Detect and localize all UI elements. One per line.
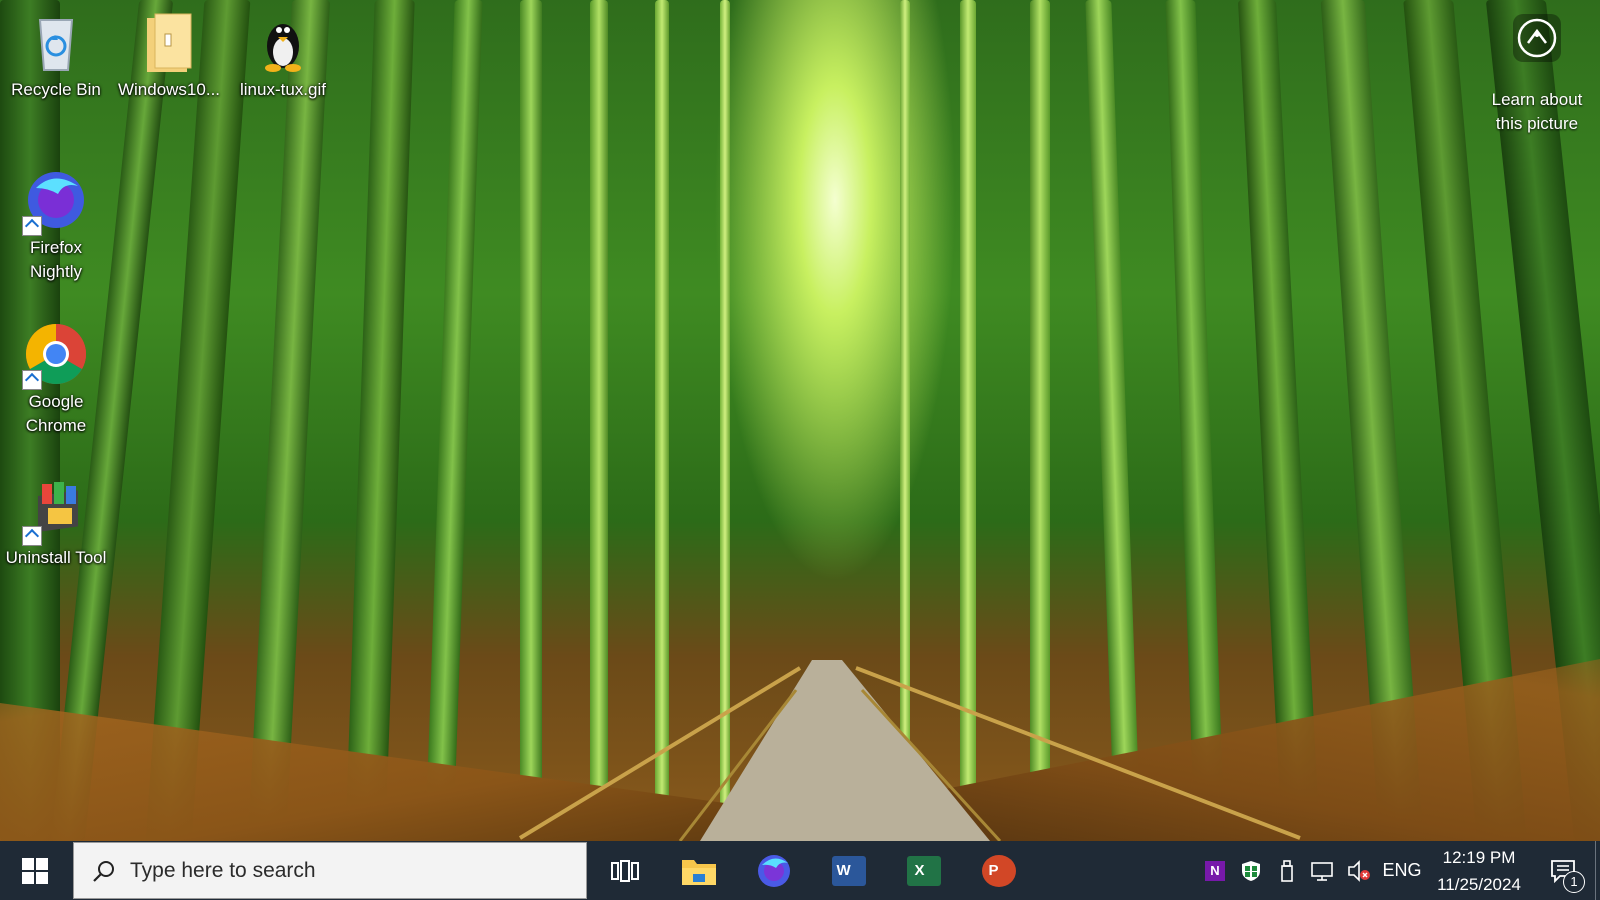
taskbar-firefox[interactable]: [736, 841, 811, 900]
desktop-icon-google-chrome[interactable]: Google Chrome: [1, 322, 111, 438]
tray-clock[interactable]: 12:19 PM 11/25/2024: [1427, 844, 1531, 898]
desktop-icon-windows10-folder[interactable]: Windows10...: [114, 10, 224, 102]
folder-icon: [137, 10, 201, 74]
desktop-wallpaper: Recycle Bin Windows10... linux-tux.gif F…: [0, 0, 1600, 841]
desktop-icon-label: Uninstall Tool: [5, 548, 107, 567]
task-view-icon: [611, 859, 639, 882]
desktop-icon-label: Recycle Bin: [11, 80, 101, 99]
desktop-icon-label: Firefox Nightly: [30, 238, 82, 281]
learn-about-line1: Learn about: [1491, 90, 1583, 109]
desktop-icon-linux-tux[interactable]: linux-tux.gif: [228, 10, 338, 102]
network-icon: [1311, 861, 1333, 881]
powerpoint-letter: P: [988, 861, 999, 879]
notification-count-badge: 1: [1563, 871, 1585, 893]
desktop-icon-firefox-nightly[interactable]: Firefox Nightly: [1, 168, 111, 284]
desktop-icon-uninstall-tool[interactable]: Uninstall Tool: [1, 478, 111, 570]
windows-security-icon: [1242, 860, 1260, 881]
taskbar-search-box[interactable]: Type here to search: [73, 842, 587, 899]
excel-letter: X: [914, 861, 925, 879]
usb-device-icon: [1281, 859, 1293, 882]
start-button[interactable]: [0, 841, 70, 900]
tray-network[interactable]: [1305, 841, 1341, 900]
volume-muted-icon: [1348, 859, 1370, 882]
task-view-button[interactable]: [589, 841, 661, 900]
system-tray: N ENG 12:19 PM 11/25/2024 1: [1197, 841, 1600, 900]
desktop-icon-recycle-bin[interactable]: Recycle Bin: [1, 10, 111, 102]
camera-icon: [1513, 14, 1561, 62]
excel-icon: X: [906, 855, 941, 886]
taskbar-word[interactable]: W: [811, 841, 886, 900]
search-placeholder: Type here to search: [130, 858, 316, 882]
word-icon: W: [831, 855, 866, 886]
firefox-nightly-icon: [22, 168, 88, 236]
taskbar-file-explorer[interactable]: [661, 841, 736, 900]
action-center-button[interactable]: 1: [1531, 841, 1595, 900]
desktop-icon-label: Google Chrome: [25, 392, 87, 435]
chrome-icon: [22, 322, 88, 390]
language-indicator[interactable]: ENG: [1377, 860, 1427, 881]
taskbar: Type here to search W X P N ENG 12:19 PM…: [0, 841, 1600, 900]
clock-date: 11/25/2024: [1437, 874, 1521, 894]
clock-time: 12:19 PM: [1442, 847, 1516, 867]
uninstall-tool-icon: [22, 478, 88, 546]
file-explorer-icon: [681, 859, 716, 885]
tray-windows-security[interactable]: [1233, 841, 1269, 900]
tray-usb-device[interactable]: [1269, 841, 1305, 900]
desktop-icon-label: Windows10...: [117, 80, 221, 99]
onenote-icon: N: [1205, 860, 1225, 881]
word-letter: W: [836, 861, 851, 879]
tray-onenote[interactable]: N: [1197, 841, 1233, 900]
powerpoint-icon: P: [981, 854, 1016, 887]
recycle-bin-icon: [24, 10, 88, 74]
learn-about-this-picture[interactable]: Learn about this picture: [1482, 14, 1592, 136]
tray-volume[interactable]: [1341, 841, 1377, 900]
search-icon: [93, 860, 114, 882]
show-desktop-button[interactable]: [1595, 841, 1600, 900]
learn-about-line2: this picture: [1495, 114, 1579, 133]
windows-logo-icon: [22, 857, 48, 884]
taskbar-excel[interactable]: X: [886, 841, 961, 900]
tux-penguin-icon: [251, 10, 315, 74]
taskbar-powerpoint[interactable]: P: [961, 841, 1036, 900]
desktop-icon-label: linux-tux.gif: [240, 80, 326, 99]
firefox-icon: [757, 854, 790, 887]
